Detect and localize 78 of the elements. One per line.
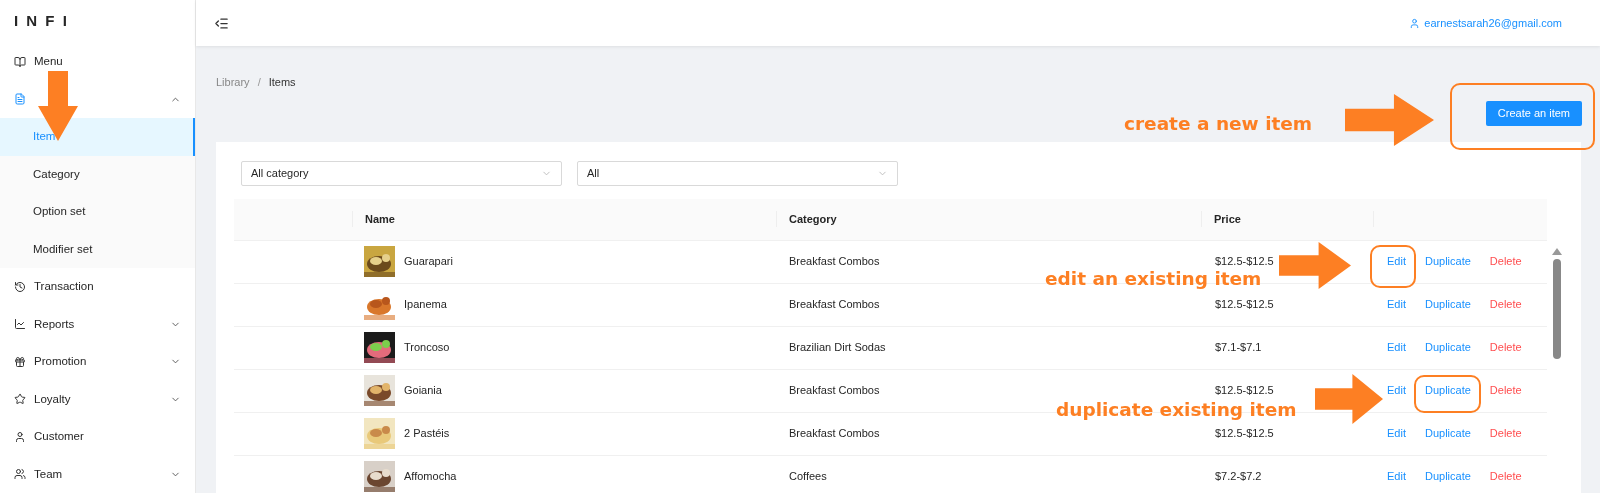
book-icon	[14, 55, 26, 68]
star-icon	[14, 393, 26, 406]
user-icon	[14, 430, 26, 443]
item-name: Affomocha	[404, 469, 457, 485]
submenu-item[interactable]: Category	[0, 155, 195, 193]
document-icon	[14, 93, 26, 106]
category-cell: Breakfast Combos	[789, 298, 880, 311]
action-link[interactable]: Delete	[1489, 253, 1522, 270]
price-cell: $12.5-$12.5	[1215, 255, 1274, 268]
item-name: Guarapari	[404, 254, 453, 270]
user-email[interactable]: earnestsarah26@gmail.com	[1424, 14, 1562, 32]
action-link[interactable]: Duplicate	[1424, 425, 1471, 442]
action-link[interactable]: Edit	[1387, 425, 1406, 442]
column-header: Name	[365, 211, 395, 227]
chart-icon	[14, 318, 26, 331]
arrow-icon	[1345, 94, 1434, 146]
scrollbar-thumb[interactable]	[1553, 258, 1561, 359]
sidebar-item[interactable]: Transaction	[0, 268, 195, 306]
annotation-text: edit an existing item	[1045, 270, 1262, 289]
highlight-outline	[1370, 245, 1416, 288]
item-name: Troncoso	[404, 340, 450, 356]
gift-icon	[14, 355, 26, 368]
breadcrumb-separator: /	[257, 75, 261, 90]
sidebar-item[interactable]: Menu	[0, 43, 195, 81]
item-name: 2 Pastéis	[404, 426, 450, 442]
menu-collapse-icon[interactable]	[214, 15, 229, 31]
price-cell: $7.1-$7.1	[1215, 341, 1262, 354]
action-link[interactable]: Delete	[1489, 468, 1522, 485]
action-link[interactable]: Duplicate	[1424, 253, 1471, 270]
users-icon	[14, 468, 26, 481]
item-name: Ipanema	[404, 297, 447, 313]
annotation-text: duplicate existing item	[1056, 401, 1297, 420]
sidebar-item[interactable]: Customer	[0, 418, 195, 456]
column-header: Price	[1214, 211, 1241, 227]
sidebar-item[interactable]: Loyalty	[0, 380, 195, 418]
category-cell: Breakfast Combos	[789, 384, 880, 397]
action-link[interactable]: Edit	[1387, 339, 1406, 356]
create-button[interactable]: Create an item	[1485, 100, 1582, 126]
filter-select[interactable]: All category	[241, 160, 562, 186]
breadcrumb-item[interactable]: Library	[216, 74, 250, 91]
submenu-item[interactable]: Item	[0, 118, 195, 156]
category-cell: Breakfast Combos	[789, 255, 880, 268]
action-link[interactable]: Delete	[1489, 382, 1522, 399]
action-link[interactable]: Duplicate	[1424, 382, 1471, 399]
highlight-outline	[1414, 375, 1481, 413]
scroll-up-icon[interactable]	[1552, 247, 1562, 255]
logo: I N F I	[14, 11, 69, 32]
action-link[interactable]: Edit	[1387, 468, 1406, 485]
submenu-item[interactable]: Option set	[0, 193, 195, 231]
filter-select[interactable]: All	[577, 160, 898, 186]
action-link[interactable]: Edit	[1387, 296, 1406, 313]
user-icon	[1409, 17, 1421, 29]
category-cell: Brazilian Dirt Sodas	[789, 341, 886, 354]
arrow-icon	[1315, 374, 1383, 424]
submenu-item[interactable]: Modifier set	[0, 230, 195, 268]
action-link[interactable]: Duplicate	[1424, 339, 1471, 356]
breadcrumb-item: Items	[268, 75, 296, 90]
price-cell: $7.2-$7.2	[1215, 470, 1262, 483]
action-link[interactable]: Edit	[1387, 382, 1406, 399]
price-cell: $12.5-$12.5	[1215, 298, 1274, 311]
sidebar-item[interactable]: Reports	[0, 305, 195, 343]
arrow-icon	[1279, 242, 1351, 289]
history-icon	[14, 280, 26, 293]
item-name: Goiania	[404, 383, 442, 399]
action-link[interactable]: Edit	[1387, 253, 1406, 270]
action-link[interactable]: Delete	[1489, 339, 1522, 356]
action-link[interactable]: Duplicate	[1424, 296, 1471, 313]
action-link[interactable]: Delete	[1489, 296, 1522, 313]
column-header: Category	[789, 211, 837, 227]
action-link[interactable]: Duplicate	[1424, 468, 1471, 485]
category-cell: Coffees	[789, 470, 827, 483]
category-cell: Breakfast Combos	[789, 427, 880, 440]
sidebar-item[interactable]: Promotion	[0, 343, 195, 381]
annotation-text: create a new item	[1124, 115, 1313, 134]
price-cell: $12.5-$12.5	[1215, 427, 1274, 440]
price-cell: $12.5-$12.5	[1215, 384, 1274, 397]
action-link[interactable]: Delete	[1489, 425, 1522, 442]
sidebar-item[interactable]: Team	[0, 455, 195, 493]
